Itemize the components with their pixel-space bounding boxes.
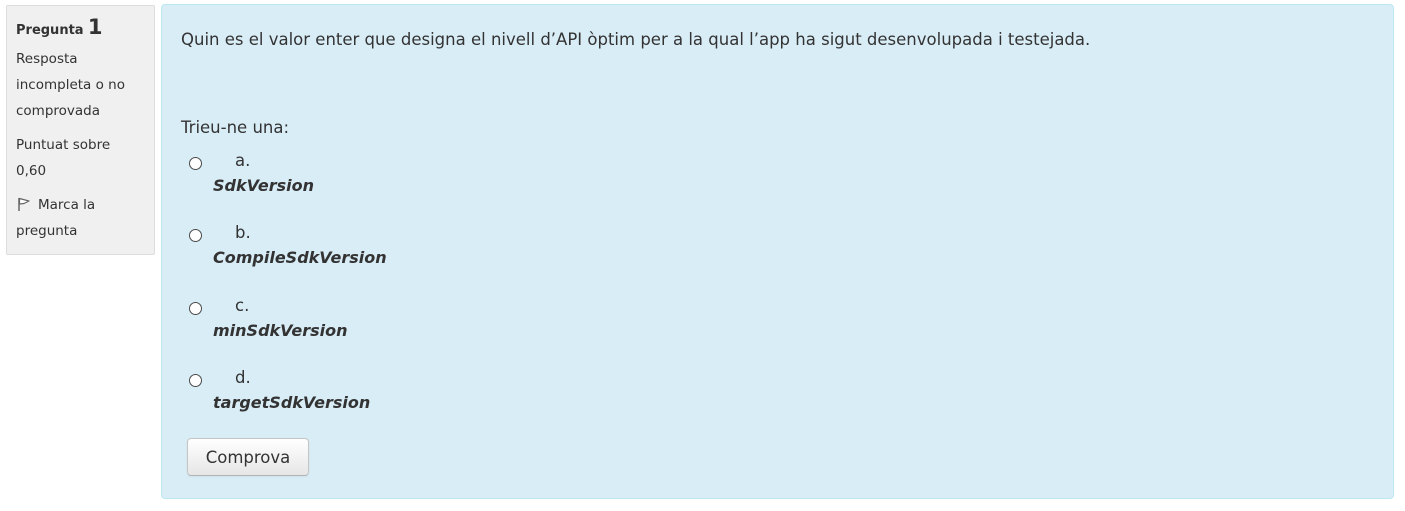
answer-letter: d. [235,368,251,387]
question-state-line: incompleta o no [16,77,125,93]
question-state: Resposta incompleta o no comprovada [16,46,145,124]
flag-icon [18,197,30,211]
answer-label: targetSdkVersion [213,393,371,412]
question-grade-line: 0,60 [16,163,47,179]
answer-letter: c. [235,296,250,315]
question-content: Quin es el valor enter que designa el ni… [161,4,1394,499]
flag-question-link[interactable]: Marca la pregunta [16,192,145,244]
question-number: 1 [87,15,103,39]
answer-radio[interactable] [189,229,202,242]
answer-prompt: Trieu-ne una: [181,118,290,137]
answer-label: minSdkVersion [213,321,348,340]
answer-radio[interactable] [189,302,202,315]
question-info-panel: Pregunta 1 Resposta incompleta o no comp… [6,5,155,255]
question-label: Pregunta [16,23,84,38]
check-button[interactable]: Comprova [187,438,309,476]
flag-label-line: Marca la [38,197,96,213]
answer-label: SdkVersion [213,176,314,195]
question-grade: Puntuat sobre 0,60 [16,132,145,184]
question-heading: Pregunta 1 [16,14,145,44]
question-grade-line: Puntuat sobre [16,137,111,153]
answer-label: CompileSdkVersion [213,248,387,267]
answer-radio[interactable] [189,374,202,387]
flag-label-line: pregunta [16,223,78,239]
question-state-line: Resposta [16,51,78,67]
answer-radio[interactable] [189,157,202,170]
answer-letter: a. [235,151,251,170]
answer-letter: b. [235,223,251,242]
question-state-line: comprovada [16,103,101,119]
question-text: Quin es el valor enter que designa el ni… [181,30,1091,49]
